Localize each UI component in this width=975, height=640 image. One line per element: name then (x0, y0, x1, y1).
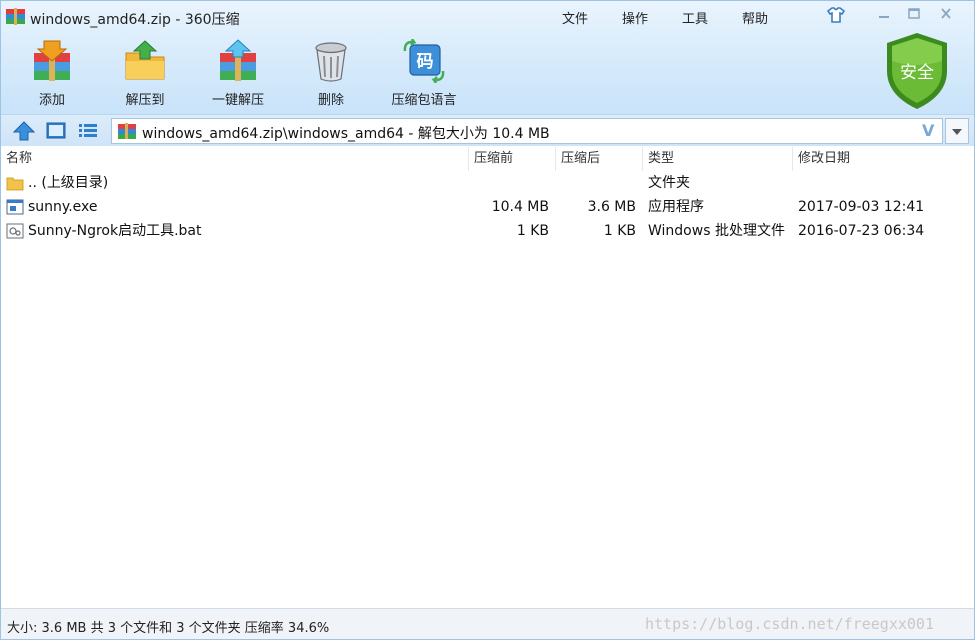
table-row[interactable]: sunny.exe 10.4 MB 3.6 MB 应用程序 2017-09-03… (1, 195, 974, 219)
trash-can-icon (315, 42, 347, 82)
top-band: windows_amd64.zip - 360压缩 文件 操作 工具 帮助 安全… (1, 1, 974, 114)
address-dropdown-button[interactable] (945, 118, 969, 144)
status-text: 大小: 3.6 MB 共 3 个文件和 3 个文件夹 压缩率 34.6% (7, 621, 330, 636)
svg-text:码: 码 (417, 52, 434, 72)
exe-file-icon (6, 199, 24, 215)
delete-button[interactable]: 删除 (286, 39, 376, 109)
security-shield-icon[interactable]: 安全 (883, 31, 951, 111)
security-badge-text: 安全 (900, 63, 934, 83)
table-row[interactable]: .. (上级目录) 文件夹 (1, 171, 974, 195)
file-type: Windows 批处理文件 (648, 223, 785, 239)
archive-language-label: 压缩包语言 (391, 93, 457, 108)
list-view-icon[interactable] (78, 122, 98, 139)
address-path: windows_amd64.zip\windows_amd64 - 解包大小为 … (142, 126, 550, 142)
column-header-packed[interactable]: 压缩后 (556, 147, 643, 171)
archive-path-icon (118, 123, 136, 139)
file-name: Sunny-Ngrok启动工具.bat (28, 223, 202, 239)
table-row[interactable]: Sunny-Ngrok启动工具.bat 1 KB 1 KB Windows 批处… (1, 219, 974, 243)
add-archive-icon (34, 40, 70, 81)
column-header-modified[interactable]: 修改日期 (793, 147, 943, 171)
file-compressed-size: 10.4 MB (491, 199, 549, 215)
file-type: 文件夹 (648, 175, 690, 191)
shirt-skin-icon[interactable] (826, 5, 846, 25)
archive-language-button[interactable]: 码 压缩包语言 (379, 39, 469, 109)
up-arrow-icon[interactable] (13, 121, 35, 141)
file-packed-size (556, 171, 636, 195)
window-title: windows_amd64.zip - 360压缩 (30, 12, 240, 28)
one-click-extract-button[interactable]: 一键解压 (193, 39, 283, 109)
file-compressed-size: 1 KB (516, 223, 549, 239)
file-packed-size: 1 KB (603, 223, 636, 239)
address-v-mark[interactable]: V (922, 121, 934, 140)
file-name: sunny.exe (28, 199, 98, 215)
extract-to-label: 解压到 (125, 93, 165, 108)
column-header-type[interactable]: 类型 (643, 147, 793, 171)
menu-help[interactable]: 帮助 (742, 8, 768, 27)
column-header-compressed[interactable]: 压缩前 (469, 147, 556, 171)
file-modified: 2017-09-03 12:41 (798, 199, 925, 215)
menu-operate[interactable]: 操作 (622, 8, 648, 27)
column-header-name[interactable]: 名称 (1, 147, 469, 171)
file-packed-size: 3.6 MB (587, 199, 636, 215)
menu-tools[interactable]: 工具 (682, 8, 708, 27)
add-label: 添加 (38, 93, 65, 108)
file-type: 应用程序 (648, 199, 704, 215)
address-row: windows_amd64.zip\windows_amd64 - 解包大小为 … (1, 114, 974, 146)
archive-app-icon (6, 8, 25, 25)
file-list: .. (上级目录) 文件夹 sunny.exe 10.4 MB 3.6 MB 应… (1, 171, 974, 608)
app-window: windows_amd64.zip - 360压缩 文件 操作 工具 帮助 安全… (0, 0, 975, 640)
add-button[interactable]: 添加 (7, 39, 97, 109)
address-bar[interactable]: windows_amd64.zip\windows_amd64 - 解包大小为 … (111, 118, 943, 144)
large-icon-view-icon[interactable] (46, 122, 66, 139)
extract-to-button[interactable]: 解压到 (100, 39, 190, 109)
menu-file[interactable]: 文件 (562, 8, 588, 27)
one-click-extract-icon (220, 39, 256, 81)
status-bar: 大小: 3.6 MB 共 3 个文件和 3 个文件夹 压缩率 34.6% htt… (1, 608, 974, 639)
file-modified: 2016-07-23 06:34 (798, 223, 925, 239)
chevron-down-icon (952, 129, 962, 135)
file-compressed-size (469, 171, 549, 195)
folder-icon (6, 177, 24, 191)
close-icon[interactable] (937, 7, 955, 21)
file-name: .. (上级目录) (28, 175, 109, 191)
delete-label: 删除 (317, 93, 344, 108)
one-click-extract-label: 一键解压 (211, 93, 264, 108)
batch-file-icon (6, 223, 24, 239)
column-header-row: 名称 压缩前 压缩后 类型 修改日期 (1, 147, 974, 171)
title-bar: windows_amd64.zip - 360压缩 文件 操作 工具 帮助 (1, 1, 974, 33)
folder-extract-icon (125, 40, 165, 80)
maximize-icon[interactable] (905, 7, 923, 21)
encoding-language-icon: 码 (403, 39, 445, 83)
watermark-text: https://blog.csdn.net/freegxx001 (645, 615, 934, 633)
minimize-icon[interactable] (875, 7, 893, 21)
